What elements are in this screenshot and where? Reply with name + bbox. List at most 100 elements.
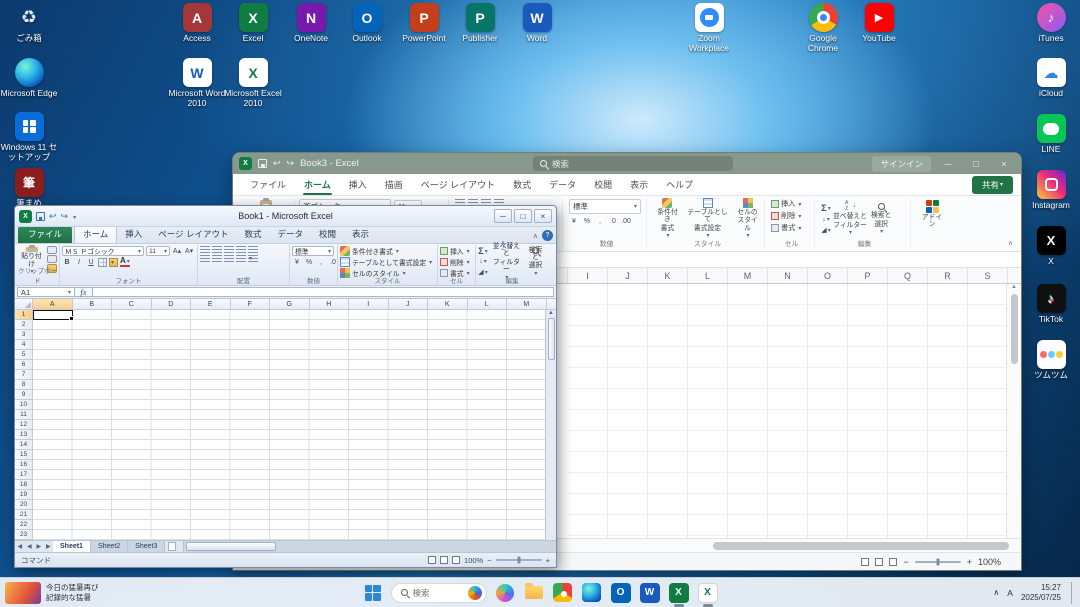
row-header[interactable]: 5 xyxy=(15,350,33,360)
ribbon-tab[interactable]: ホーム xyxy=(74,225,117,243)
addins-button[interactable]: アドイン xyxy=(917,199,947,230)
sheet-tab[interactable]: Sheet2 xyxy=(91,541,128,552)
select-all-corner[interactable] xyxy=(15,299,33,309)
scroll-up-icon[interactable]: ▲ xyxy=(548,310,553,316)
insert-cells-button[interactable]: 挿入 xyxy=(771,199,801,209)
vertical-scrollbar[interactable]: ▲ xyxy=(1006,284,1021,538)
show-desktop-button[interactable] xyxy=(1071,582,1074,604)
column-header[interactable]: M xyxy=(507,299,547,309)
row-header[interactable]: 22 xyxy=(15,520,33,530)
number-format-combo[interactable]: 標準 xyxy=(569,199,641,214)
bold-button[interactable]: B xyxy=(62,257,72,267)
decrease-decimal-button[interactable]: .00 xyxy=(621,216,631,226)
taskbar-edge[interactable] xyxy=(581,582,603,604)
collapse-ribbon-icon[interactable]: ∧ xyxy=(1008,239,1013,247)
italic-button[interactable]: I xyxy=(74,257,84,267)
currency-button[interactable]: ¥ xyxy=(292,257,302,267)
maximize-button[interactable] xyxy=(965,153,987,174)
desktop-icon-onenote[interactable]: N OneNote xyxy=(282,3,340,44)
row-header[interactable]: 10 xyxy=(15,400,33,410)
font-size-combo[interactable]: 11 xyxy=(146,246,170,256)
normal-view-icon[interactable] xyxy=(861,558,869,566)
close-button[interactable] xyxy=(993,153,1015,174)
column-header[interactable]: I xyxy=(568,268,608,283)
currency-button[interactable]: ¥ xyxy=(569,216,579,226)
underline-button[interactable]: U xyxy=(86,257,96,267)
page-layout-view-icon[interactable] xyxy=(440,556,448,564)
ribbon-tab[interactable]: ページ レイアウト xyxy=(150,226,236,243)
ribbon-tab[interactable]: 数式 xyxy=(504,174,540,195)
desktop-icon-fudemame[interactable]: 筆 筆まめ xyxy=(0,168,58,209)
column-header[interactable]: A xyxy=(33,299,73,309)
redo-icon[interactable]: ↪ xyxy=(61,212,69,221)
column-header[interactable]: B xyxy=(73,299,113,309)
file-tab[interactable]: ファイル xyxy=(18,226,72,243)
desktop-icon-icloud[interactable]: ☁ iCloud xyxy=(1022,58,1080,99)
minimize-button[interactable] xyxy=(937,153,959,174)
redo-icon[interactable]: ↪ xyxy=(287,158,295,169)
help-icon[interactable]: ? xyxy=(542,230,553,241)
column-header[interactable]: S xyxy=(968,268,1008,283)
first-sheet-icon[interactable]: ◀ xyxy=(17,543,22,550)
autosum-button[interactable]: Σ xyxy=(478,246,488,256)
maximize-button[interactable] xyxy=(514,209,532,223)
font-name-combo[interactable]: ＭＳ Ｐゴシック xyxy=(62,246,144,256)
row-header[interactable]: 1 xyxy=(15,310,33,320)
page-break-view-icon[interactable] xyxy=(452,556,460,564)
ribbon-tab[interactable]: ヘルプ xyxy=(657,174,702,195)
ribbon-tab[interactable]: 校閲 xyxy=(311,226,344,243)
delete-cells-button[interactable]: 削除 xyxy=(771,211,801,221)
column-header[interactable]: P xyxy=(848,268,888,283)
desktop-icon-x[interactable]: X X xyxy=(1022,226,1080,267)
scroll-up-icon[interactable]: ▲ xyxy=(1011,284,1017,290)
row-header[interactable]: 9 xyxy=(15,390,33,400)
format-as-table-button[interactable]: テーブルとして書式設定 xyxy=(684,197,731,241)
row-header[interactable]: 2 xyxy=(15,320,33,330)
row-header[interactable]: 17 xyxy=(15,470,33,480)
desktop-icon-edge[interactable]: Microsoft Edge xyxy=(0,58,58,99)
insert-cells-button[interactable]: 挿入 xyxy=(440,246,473,256)
desktop-icon-itunes[interactable]: ♪ iTunes xyxy=(1022,3,1080,44)
column-header[interactable]: M xyxy=(728,268,768,283)
row-header[interactable]: 19 xyxy=(15,490,33,500)
vertical-scrollbar[interactable]: ▲ xyxy=(545,310,556,540)
desktop-icon-publisher[interactable]: P Publisher xyxy=(451,3,509,44)
taskbar-search[interactable] xyxy=(391,583,487,603)
close-button[interactable] xyxy=(534,209,552,223)
desktop-icon-word[interactable]: W Word xyxy=(508,3,566,44)
row-header[interactable]: 15 xyxy=(15,450,33,460)
row-header[interactable]: 21 xyxy=(15,510,33,520)
ribbon-tab[interactable]: データ xyxy=(540,174,585,195)
undo-icon[interactable]: ↩ xyxy=(273,158,281,169)
signin-button[interactable]: サインイン xyxy=(872,156,931,172)
column-header[interactable]: I xyxy=(349,299,389,309)
ribbon-tab[interactable]: ページ レイアウト xyxy=(412,174,504,195)
save-icon[interactable] xyxy=(258,159,267,168)
orientation-icon[interactable] xyxy=(236,246,246,254)
ribbon-tab[interactable]: ファイル xyxy=(241,174,295,195)
excel-365-titlebar[interactable]: X ↩ ↪ Book3 - Excel サインイン xyxy=(233,153,1021,174)
normal-view-icon[interactable] xyxy=(428,556,436,564)
page-break-view-icon[interactable] xyxy=(889,558,897,566)
row-header[interactable]: 6 xyxy=(15,360,33,370)
desktop-icon-outlook[interactable]: O Outlook xyxy=(338,3,396,44)
column-header[interactable]: L xyxy=(468,299,508,309)
align-middle-icon[interactable] xyxy=(212,246,222,254)
widgets-button[interactable]: 今日の猛暑再び記録的な猛暑 xyxy=(5,582,99,604)
desktop-icon-word-2010[interactable]: W Microsoft Word 2010 xyxy=(168,58,226,109)
indent-icon[interactable] xyxy=(236,255,246,263)
column-header[interactable]: K xyxy=(648,268,688,283)
scrollbar-thumb[interactable] xyxy=(548,318,555,360)
undo-icon[interactable]: ↩ xyxy=(49,212,57,221)
ribbon-search[interactable] xyxy=(533,156,733,171)
desktop-icon-access[interactable]: A Access xyxy=(168,3,226,44)
row-header[interactable]: 18 xyxy=(15,480,33,490)
search-input[interactable] xyxy=(413,588,464,598)
desktop-icon-excel[interactable]: X Excel xyxy=(224,3,282,44)
align-left-icon[interactable] xyxy=(200,255,210,263)
shrink-font-button[interactable]: A▾ xyxy=(184,246,194,256)
font-color-button[interactable]: A xyxy=(120,257,130,267)
taskbar-excel-365[interactable]: X xyxy=(668,582,690,604)
prev-sheet-icon[interactable]: ◀ xyxy=(27,543,32,550)
column-header[interactable]: D xyxy=(152,299,192,309)
